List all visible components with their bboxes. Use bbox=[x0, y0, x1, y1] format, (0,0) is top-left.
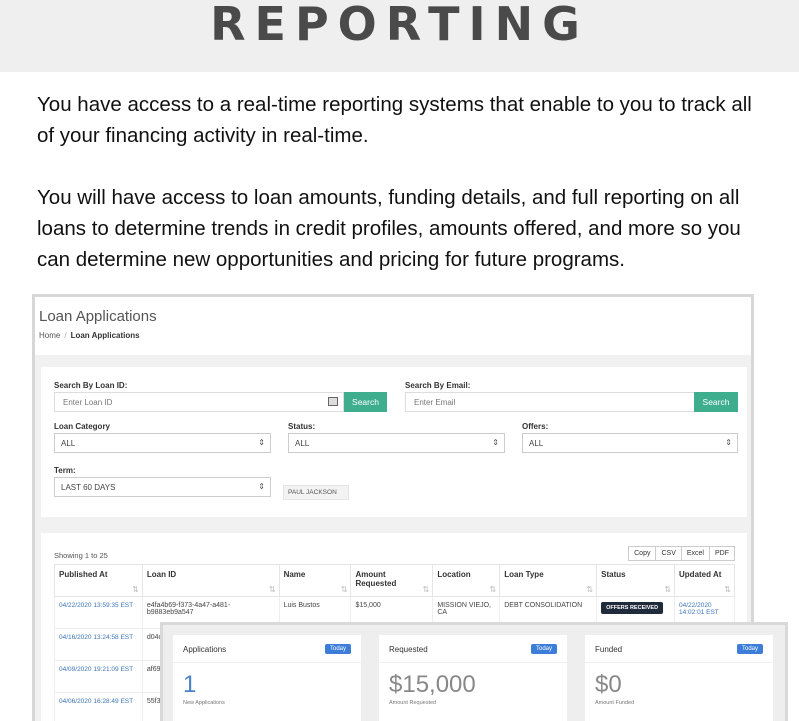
loan-id-input[interactable]: Enter Loan ID bbox=[54, 392, 344, 412]
export-copy-button[interactable]: Copy bbox=[628, 546, 657, 561]
table-header-row: Published At ⇅ Loan ID ⇅ Name ⇅ Amount Requ… bbox=[54, 564, 735, 597]
breadcrumb-home[interactable]: Home bbox=[39, 331, 60, 340]
sort-arrows-icon: ⇅ bbox=[132, 585, 139, 594]
col-loan-type[interactable]: Loan Type ⇅ bbox=[499, 564, 598, 597]
card-title: Funded bbox=[595, 645, 623, 654]
today-badge[interactable]: Today bbox=[736, 644, 763, 654]
status-label: Status: bbox=[288, 422, 316, 431]
requested-caption: Amount Requested bbox=[389, 700, 437, 706]
results-count: Showing 1 to 25 bbox=[54, 551, 108, 560]
col-status[interactable]: Status ⇅ bbox=[596, 564, 676, 597]
col-label: Loan ID bbox=[146, 570, 177, 579]
col-label: Loan Type bbox=[504, 570, 544, 579]
status-value: ALL bbox=[295, 439, 310, 448]
term-value: LAST 60 DAYS bbox=[61, 483, 116, 492]
intro-paragraph-2: You will have access to loan amounts, fu… bbox=[37, 186, 741, 271]
select-arrows-icon: ⇕ bbox=[258, 482, 265, 491]
today-badge[interactable]: Today bbox=[530, 644, 557, 654]
offers-value: ALL bbox=[529, 439, 544, 448]
requested-card: Requested Today $15,000 Amount Requested bbox=[379, 635, 567, 721]
applications-caption: New Applications bbox=[183, 700, 225, 706]
sort-arrows-icon: ⇅ bbox=[724, 585, 731, 594]
term-select[interactable]: LAST 60 DAYS ⇕ bbox=[54, 477, 271, 497]
page-title: Loan Applications bbox=[39, 308, 157, 325]
col-updated-at[interactable]: Updated At ⇅ bbox=[674, 564, 735, 597]
email-input[interactable]: Enter Email bbox=[405, 392, 695, 412]
select-arrows-icon: ⇕ bbox=[492, 438, 499, 447]
status-select[interactable]: ALL ⇕ bbox=[288, 433, 505, 453]
sort-arrows-icon: ⇅ bbox=[268, 585, 276, 594]
offers-label: Offers: bbox=[522, 422, 549, 431]
select-arrows-icon: ⇕ bbox=[725, 438, 732, 447]
cell-published[interactable]: 04/06/2020 16:28:49 EST bbox=[54, 692, 143, 721]
loan-id-label: Search By Loan ID: bbox=[54, 381, 128, 390]
col-label: Location bbox=[437, 570, 471, 579]
funded-value: $0 bbox=[595, 671, 622, 698]
sort-arrows-icon: ⇅ bbox=[340, 585, 348, 594]
col-loan-id[interactable]: Loan ID ⇅ bbox=[141, 564, 280, 597]
sort-arrows-icon: ⇅ bbox=[422, 585, 430, 594]
col-published-at[interactable]: Published At ⇅ bbox=[54, 564, 143, 597]
breadcrumb-current: Loan Applications bbox=[70, 331, 140, 340]
summary-cards: Applications Today 1 New Applications Re… bbox=[160, 622, 788, 721]
card-title: Applications bbox=[183, 645, 227, 654]
requested-value: $15,000 bbox=[389, 671, 476, 698]
col-amount-requested[interactable]: Amount Requested ⇅ bbox=[350, 564, 434, 597]
applications-card: Applications Today 1 New Applications bbox=[173, 635, 361, 721]
breadcrumb: Home / Loan Applications bbox=[39, 331, 751, 340]
col-label: Amount Requested bbox=[355, 570, 397, 588]
export-buttons: Copy CSV Excel PDF bbox=[628, 546, 735, 561]
divider bbox=[585, 662, 773, 663]
cell-published[interactable]: 04/09/2020 19:21:09 EST bbox=[54, 660, 143, 693]
email-search-button[interactable]: Search bbox=[694, 392, 738, 412]
cell-published[interactable]: 04/16/2020 13:24:58 EST bbox=[54, 628, 143, 661]
sort-arrows-icon: ⇅ bbox=[664, 585, 672, 594]
funded-card: Funded Today $0 Amount Funded bbox=[585, 635, 773, 721]
divider bbox=[379, 662, 567, 663]
filter-panel: Search By Loan ID: Enter Loan ID Search … bbox=[41, 367, 747, 517]
loan-category-value: ALL bbox=[61, 439, 76, 448]
funded-caption: Amount Funded bbox=[595, 700, 635, 706]
export-excel-button[interactable]: Excel bbox=[680, 546, 710, 561]
offers-select[interactable]: ALL ⇕ bbox=[522, 433, 738, 453]
intro-paragraph-1: You have access to a real-time reporting… bbox=[37, 93, 752, 147]
col-name[interactable]: Name ⇅ bbox=[278, 564, 352, 597]
intro-text: You have access to a real-time reporting… bbox=[37, 89, 767, 306]
page-header: Loan Applications Home / Loan Applications bbox=[35, 297, 751, 355]
status-badge: OFFERS RECEIVED bbox=[601, 602, 664, 614]
export-pdf-button[interactable]: PDF bbox=[709, 546, 735, 561]
barcode-scan-icon[interactable] bbox=[328, 397, 338, 406]
col-location[interactable]: Location ⇅ bbox=[432, 564, 501, 597]
col-label: Published At bbox=[59, 570, 108, 579]
today-badge[interactable]: Today bbox=[324, 644, 351, 654]
col-label: Updated At bbox=[679, 570, 722, 579]
loan-category-select[interactable]: ALL ⇕ bbox=[54, 433, 271, 453]
select-arrows-icon: ⇕ bbox=[258, 438, 265, 447]
export-csv-button[interactable]: CSV bbox=[655, 546, 682, 561]
sort-arrows-icon: ⇅ bbox=[489, 585, 497, 594]
sort-arrows-icon: ⇅ bbox=[586, 585, 594, 594]
loan-id-search-button[interactable]: Search bbox=[344, 392, 387, 412]
cell-published[interactable]: 04/22/2020 13:59:35 EST bbox=[54, 596, 143, 629]
loan-category-label: Loan Category bbox=[54, 422, 111, 431]
hero-title: REPORTING bbox=[210, 0, 589, 51]
user-tag: PAUL JACKSON bbox=[283, 485, 349, 500]
email-label: Search By Email: bbox=[405, 381, 471, 390]
col-label: Name bbox=[283, 570, 306, 579]
card-title: Requested bbox=[389, 645, 428, 654]
applications-value: 1 bbox=[183, 671, 197, 698]
breadcrumb-separator: / bbox=[64, 331, 67, 340]
term-label: Term: bbox=[54, 466, 76, 475]
col-label: Status bbox=[601, 570, 626, 579]
divider bbox=[173, 662, 361, 663]
